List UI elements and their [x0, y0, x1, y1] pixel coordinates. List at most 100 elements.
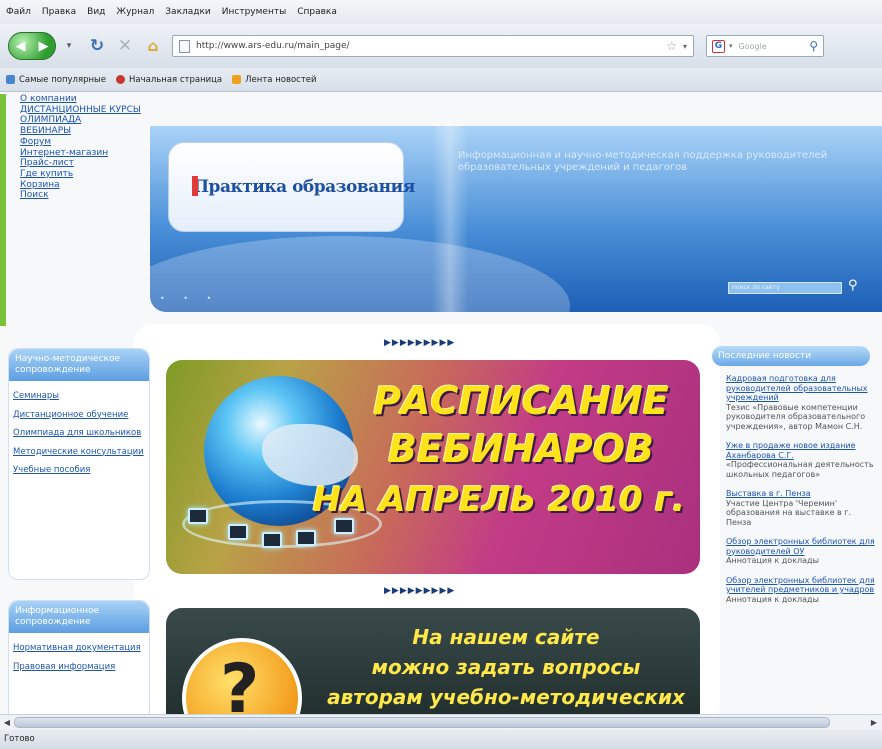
bookmark-news-feed[interactable]: Лента новостей: [232, 74, 317, 85]
news-link[interactable]: Обзор электронных библиотек для учителей…: [726, 576, 876, 595]
webinar-schedule-banner[interactable]: РАСПИСАНИЕ ВЕБИНАРОВ НА АПРЕЛЬ 2010 г.: [166, 360, 700, 574]
search-icon[interactable]: ⚲: [809, 39, 818, 53]
news-summary: Аннотация к доклады: [726, 556, 819, 565]
list-item: Выставка в г. Пенза Участие Центра 'Чере…: [726, 489, 876, 527]
arrows-divider: ▶▶▶▶▶▶▶▶▶: [384, 586, 456, 596]
banner2-line-2: можно задать вопросы: [371, 655, 641, 679]
header-dots-decoration: • • •: [160, 294, 220, 303]
bookmark-start-page[interactable]: Начальная страница: [115, 74, 223, 85]
link-olympiad[interactable]: Олимпиада для школьников: [13, 428, 145, 439]
bookmark-most-visited[interactable]: Самые популярные: [6, 75, 106, 85]
news-summary: Участие Центра 'Черемин' образования на …: [726, 498, 852, 527]
back-arrow-icon[interactable]: ◀: [16, 39, 26, 54]
methodical-support-box: Научно-методическое сопровождение Семина…: [8, 348, 150, 580]
web-page: О компании ДИСТАНЦИОННЫЕ КУРСЫ ОЛИМПИАДА…: [0, 92, 882, 714]
list-item: Обзор электронных библиотек для руководи…: [726, 537, 876, 566]
search-placeholder: Google: [738, 41, 767, 51]
forward-arrow-icon[interactable]: ▶: [39, 39, 49, 54]
history-dropdown-icon[interactable]: ▾: [58, 35, 80, 57]
page-icon: [179, 39, 190, 53]
accent-bar: [0, 94, 6, 326]
news-link[interactable]: Кадровая подготовка для руководителей об…: [726, 374, 876, 403]
bookmark-label: Самые популярные: [19, 74, 106, 85]
search-engine-dropdown-icon[interactable]: ▾: [729, 42, 733, 50]
list-item: Уже в продаже новое издание Аханбарова С…: [726, 441, 876, 479]
box-title: Научно-методическое сопровождение: [9, 349, 149, 381]
banner2-line-3: авторам учебно-методических: [327, 685, 685, 709]
site-search-icon[interactable]: ⚲: [848, 278, 858, 293]
bookmark-star-icon[interactable]: ☆: [666, 39, 677, 53]
menu-help[interactable]: Справка: [297, 7, 337, 17]
nav-shop[interactable]: Интернет-магазин: [20, 148, 150, 159]
nav-forum[interactable]: Форум: [20, 137, 150, 148]
reload-icon[interactable]: ↻: [86, 35, 108, 57]
link-legal-info[interactable]: Правовая информация: [13, 662, 145, 673]
bookmark-label: Лента новостей: [245, 74, 317, 85]
menu-bookmarks[interactable]: Закладки: [165, 7, 211, 17]
navigation-toolbar: ◀ ▶ ▾ ↻ ✕ ⌂ http://www.ars-edu.ru/main_p…: [0, 24, 882, 68]
nav-price-list[interactable]: Прайс-лист: [20, 158, 150, 169]
stop-icon[interactable]: ✕: [114, 35, 136, 57]
latest-news: Последние новости Кадровая подготовка дл…: [712, 346, 882, 714]
laptop-icon: [296, 530, 316, 546]
banner-line-1: РАСПИСАНИЕ: [373, 379, 669, 423]
laptop-icon: [262, 532, 282, 548]
link-distance-learning[interactable]: Дистанционное обучение: [13, 410, 145, 421]
link-consultations[interactable]: Методические консультации: [13, 447, 145, 458]
news-link[interactable]: Уже в продаже новое издание Аханбарова С…: [726, 441, 876, 460]
nav-about[interactable]: О компании: [20, 94, 150, 105]
link-textbooks[interactable]: Учебные пособия: [13, 465, 145, 476]
menu-tools[interactable]: Инструменты: [222, 7, 286, 17]
question-mark-icon: ?: [182, 638, 302, 714]
url-bar[interactable]: http://www.ars-edu.ru/main_page/ ☆ ▾: [172, 35, 694, 57]
google-icon: G: [712, 39, 725, 53]
home-icon[interactable]: ⌂: [142, 35, 164, 57]
box-title: Информационное сопровождение: [9, 601, 149, 633]
news-summary: «Профессиональная деятельность школьных …: [726, 460, 874, 479]
url-text[interactable]: http://www.ars-edu.ru/main_page/: [196, 41, 662, 51]
laptop-icon: [228, 524, 248, 540]
banner-line-2: ВЕБИНАРОВ: [387, 427, 655, 471]
browser-search-box[interactable]: G ▾ Google ⚲: [706, 35, 824, 57]
menu-view[interactable]: Вид: [87, 7, 105, 17]
scroll-right-icon[interactable]: ▶: [868, 717, 880, 729]
url-dropdown-icon[interactable]: ▾: [683, 42, 687, 51]
nav-where-to-buy[interactable]: Где купить: [20, 169, 150, 180]
news-link[interactable]: Обзор электронных библиотек для руководи…: [726, 537, 876, 556]
menu-edit[interactable]: Правка: [42, 7, 76, 17]
site-logo[interactable]: Практика образования: [168, 142, 415, 232]
news-list: Кадровая подготовка для руководителей об…: [712, 366, 882, 604]
menu-file[interactable]: Файл: [6, 7, 31, 17]
banner2-line-1: На нашем сайте: [412, 625, 600, 649]
box-links: Семинары Дистанционное обучение Олимпиад…: [9, 381, 149, 494]
nav-distance-courses[interactable]: ДИСТАНЦИОННЫЕ КУРСЫ: [20, 105, 150, 116]
link-seminars[interactable]: Семинары: [13, 391, 145, 402]
scroll-left-icon[interactable]: ◀: [1, 717, 13, 729]
site-tagline: Информационная и научно-методическая под…: [458, 150, 828, 173]
banner2-headline: На нашем сайте можно задать вопросы авто…: [316, 622, 696, 712]
news-link[interactable]: Выставка в г. Пенза: [726, 489, 876, 499]
site-search-input[interactable]: поиск по сайту: [728, 282, 842, 294]
back-forward-buttons[interactable]: ◀ ▶: [8, 32, 56, 60]
nav-cart[interactable]: Корзина: [20, 180, 150, 191]
menu-history[interactable]: Журнал: [116, 7, 154, 17]
ask-authors-banner[interactable]: ? На нашем сайте можно задать вопросы ав…: [166, 608, 700, 714]
site-header: Практика образования Информационная и на…: [150, 126, 882, 312]
logo-text: Практика образования: [193, 177, 415, 197]
menu-bar: Файл Правка Вид Журнал Закладки Инструме…: [0, 0, 882, 24]
list-item: Кадровая подготовка для руководителей об…: [726, 374, 876, 431]
banner-headline: РАСПИСАНИЕ ВЕБИНАРОВ НА АПРЕЛЬ 2010 г.: [313, 378, 686, 526]
bookmarks-toolbar: Самые популярные Начальная страница Лент…: [0, 68, 882, 92]
box-links: Нормативная документация Правовая информ…: [9, 633, 149, 690]
nav-webinars[interactable]: ВЕБИНАРЫ: [20, 126, 150, 137]
link-regulations[interactable]: Нормативная документация: [13, 643, 145, 654]
info-support-box: Информационное сопровождение Нормативная…: [8, 600, 150, 714]
laptop-icon: [188, 508, 208, 524]
scrollbar-thumb[interactable]: [14, 717, 830, 728]
status-bar: Готово: [0, 730, 882, 749]
horizontal-scrollbar[interactable]: ◀ ▶: [0, 714, 882, 730]
news-summary: Аннотация к доклады: [726, 594, 819, 604]
nav-olympiad[interactable]: ОЛИМПИАДА: [20, 115, 150, 126]
nav-search[interactable]: Поиск: [20, 190, 150, 201]
bookmark-label: Начальная страница: [128, 74, 223, 85]
